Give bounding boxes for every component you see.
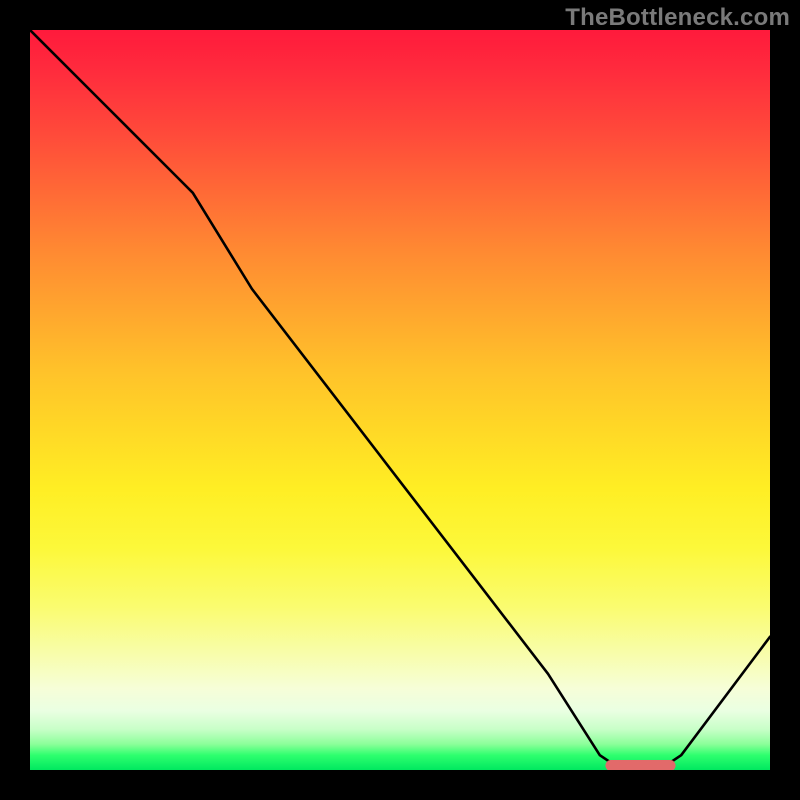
plot-area — [30, 30, 770, 770]
chart-frame: TheBottleneck.com — [0, 0, 800, 800]
bottleneck-curve — [30, 30, 770, 770]
watermark-label: TheBottleneck.com — [565, 4, 790, 32]
chart-svg — [30, 30, 770, 770]
